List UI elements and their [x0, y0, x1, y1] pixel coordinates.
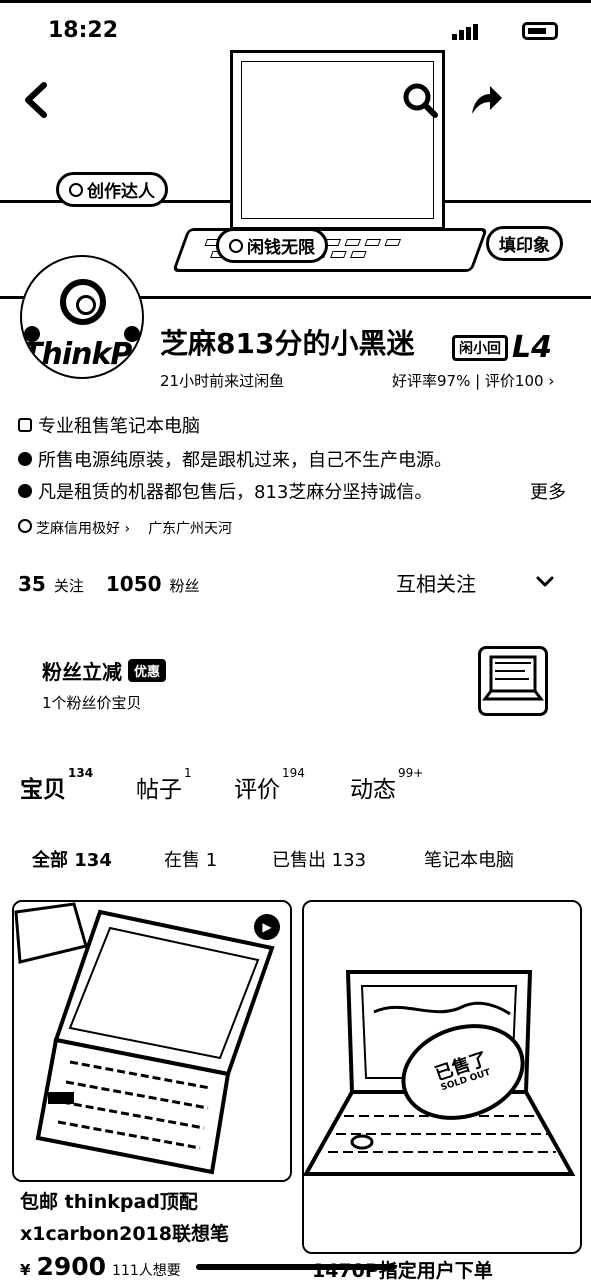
- video-icon: ▶: [254, 914, 280, 940]
- follow-dropdown-button[interactable]: [536, 570, 554, 594]
- tab-count: 1: [184, 766, 192, 780]
- seller-level-badge[interactable]: 闲小回 L4: [452, 330, 552, 365]
- tab-posts[interactable]: 帖子1: [136, 766, 192, 804]
- level-number: L4: [512, 330, 552, 365]
- want-count: 111人想要: [112, 1263, 181, 1279]
- chevron-down-icon: [536, 576, 554, 587]
- avatar-brand-text: ThinkPad: [22, 337, 142, 372]
- seller-name: 芝麻813分的小黑迷: [160, 327, 415, 360]
- credit-score-label: 芝麻信用极好 ›: [36, 521, 131, 537]
- chat-icon: [229, 238, 243, 253]
- fan-discount-title[interactable]: 粉丝立减 优惠: [42, 656, 167, 685]
- following-count[interactable]: 35: [18, 572, 46, 596]
- tab-count: 99+: [398, 766, 424, 780]
- tab-label: 帖子: [136, 777, 182, 803]
- avatar-decoration: [124, 326, 140, 342]
- chevron-left-icon: [25, 82, 47, 118]
- listing-photo: [14, 902, 290, 1180]
- rating-link[interactable]: 好评率97% | 评价100 ›: [392, 370, 554, 391]
- listing-title[interactable]: 包邮 thinkpad顶配x1carbon2018联想笔: [20, 1186, 280, 1250]
- bio-line: 专业租售笔记本电脑: [18, 412, 200, 438]
- badge-icon: [69, 182, 83, 197]
- filter-on-sale[interactable]: 在售 1: [164, 846, 217, 872]
- sesame-icon: [18, 519, 32, 533]
- search-button[interactable]: [400, 80, 440, 120]
- avatar-camera-icon: [60, 279, 106, 325]
- fan-discount-label: 粉丝立减: [42, 660, 122, 684]
- laptop-thumbnail-image: [482, 655, 544, 701]
- bullet-icon: [18, 484, 32, 498]
- tab-label: 宝贝: [20, 777, 66, 803]
- creator-tag[interactable]: 创作达人: [56, 172, 168, 207]
- filter-sold[interactable]: 已售出 133: [272, 846, 366, 872]
- bullet-icon: [18, 452, 32, 466]
- level-tag: 闲小回: [452, 334, 508, 361]
- listing-price: 2900: [36, 1252, 107, 1281]
- fans-count[interactable]: 1050: [106, 572, 162, 596]
- fan-discount-subtitle: 1个粉丝价宝贝: [42, 694, 142, 712]
- search-icon: [403, 83, 438, 118]
- bio-text: 所售电源纯原装，都是跟机过来，自己不生产电源。: [38, 450, 452, 471]
- last-active: 21小时前来过闲鱼: [160, 372, 285, 390]
- credit-row: 芝麻信用极好 › 广东广州天河: [18, 518, 232, 538]
- back-button[interactable]: [16, 80, 56, 120]
- listing-price-row: ¥ 2900 111人想要: [20, 1252, 181, 1281]
- follow-stats: 35 关注 1050 粉丝: [18, 572, 214, 596]
- filter-laptops[interactable]: 笔记本电脑: [424, 846, 514, 872]
- avatar[interactable]: ThinkPad: [20, 255, 144, 379]
- fan-discount-thumbnail[interactable]: [478, 646, 548, 716]
- tab-label: 动态: [350, 777, 396, 803]
- listing-card[interactable]: ▶: [12, 900, 292, 1182]
- banner-laptop-screen: [230, 50, 445, 230]
- profile-tabs: 宝贝134 帖子1 评价194 动态99+: [0, 766, 591, 810]
- tab-items[interactable]: 宝贝134: [20, 766, 93, 804]
- battery-icon: [522, 22, 558, 40]
- credit-score[interactable]: 芝麻信用极好 ›: [18, 518, 130, 538]
- signal-icon: [452, 24, 480, 40]
- tab-count: 194: [282, 766, 305, 780]
- share-button[interactable]: [466, 80, 506, 120]
- avatar-decoration: [24, 326, 40, 342]
- idle-tag[interactable]: 闲钱无限: [216, 228, 328, 263]
- listing-card[interactable]: 已售了 SOLD OUT: [302, 900, 582, 1254]
- tab-reviews[interactable]: 评价194: [234, 766, 305, 804]
- tab-activity[interactable]: 动态99+: [350, 766, 423, 804]
- bio-text: 凡是租赁的机器都包售后，813芝麻分坚持诚信。: [38, 482, 433, 503]
- bio-more-button[interactable]: 更多: [530, 478, 566, 504]
- banner-frame-top: [0, 0, 591, 3]
- discount-tag: 优惠: [128, 659, 167, 682]
- mutual-follow-button[interactable]: 互相关注: [396, 568, 476, 597]
- location: 广东广州天河: [148, 521, 233, 537]
- following-label: 关注: [53, 577, 84, 595]
- impression-label: 填印象: [499, 236, 550, 256]
- bio-line: 所售电源纯原装，都是跟机过来，自己不生产电源。: [18, 446, 452, 472]
- tab-label: 评价: [234, 777, 280, 803]
- bio-line: 凡是租赁的机器都包售后，813芝麻分坚持诚信。: [18, 478, 432, 504]
- share-icon: [472, 86, 502, 114]
- home-indicator[interactable]: [196, 1264, 396, 1270]
- shop-icon: [18, 418, 32, 432]
- impression-button[interactable]: 填印象: [486, 226, 563, 261]
- price-currency: ¥: [20, 1261, 31, 1279]
- fans-label: 粉丝: [169, 577, 200, 595]
- bio-text: 专业租售笔记本电脑: [38, 416, 200, 437]
- tab-count: 134: [68, 766, 94, 780]
- status-time: 18:22: [48, 18, 119, 43]
- creator-tag-label: 创作达人: [87, 182, 155, 202]
- idle-tag-label: 闲钱无限: [247, 238, 315, 258]
- filter-all[interactable]: 全部 134: [32, 846, 112, 872]
